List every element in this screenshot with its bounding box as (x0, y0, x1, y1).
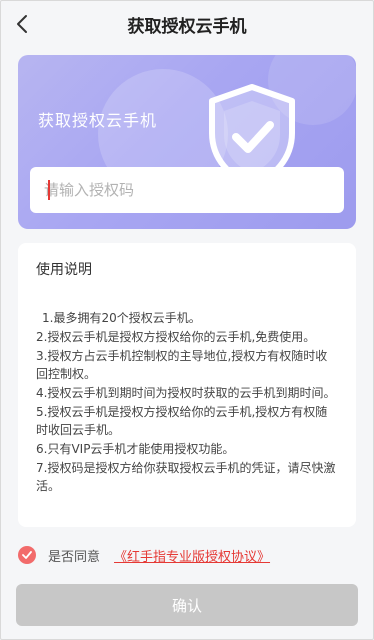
instruction-rule: 5.授权云手机是授权方授权给你的云手机,授权方有权随时收回云手机。 (36, 405, 328, 437)
chevron-left-icon (17, 15, 27, 33)
instruction-rule: 2.授权云手机是授权方授权给你的云手机,免费使用。 (36, 330, 316, 344)
header: 获取授权云手机 (0, 0, 374, 48)
instructions-title: 使用说明 (36, 262, 92, 278)
agreement-link[interactable]: 《红手指专业版授权协议》 (114, 546, 270, 565)
instruction-rule: 4.授权云手机到期时间为授权时获取的云手机到期时间。 (36, 386, 336, 400)
instruction-rule: 1.最多拥有20个授权云手机。 (42, 311, 201, 325)
agreement-row: 是否同意 《红手指专业版授权协议》 (18, 544, 270, 566)
hero-title: 获取授权云手机 (38, 111, 158, 130)
agreement-label: 是否同意 (48, 549, 101, 565)
check-icon (22, 551, 32, 559)
page-title: 获取授权云手机 (127, 16, 247, 37)
authorization-code-input[interactable] (30, 167, 344, 213)
instruction-rule: 7.授权码是授权方给你获取授权云手机的凭证，请尽快激活。 (36, 461, 336, 493)
instructions-card: 使用说明 1.最多拥有20个授权云手机。 2.授权云手机是授权方授权给你的云手机… (18, 243, 356, 527)
text-cursor (48, 180, 50, 200)
agreement-checkbox[interactable] (18, 546, 36, 564)
instruction-rule: 3.授权方占云手机控制权的主导地位,授权方有权随时收回控制权。 (36, 349, 328, 381)
back-button[interactable] (6, 8, 38, 40)
confirm-button[interactable]: 确认 (16, 584, 358, 626)
instruction-rule: 6.只有VIP云手机才能使用授权功能。 (36, 442, 235, 456)
hero-card: 获取授权云手机 (18, 55, 356, 229)
